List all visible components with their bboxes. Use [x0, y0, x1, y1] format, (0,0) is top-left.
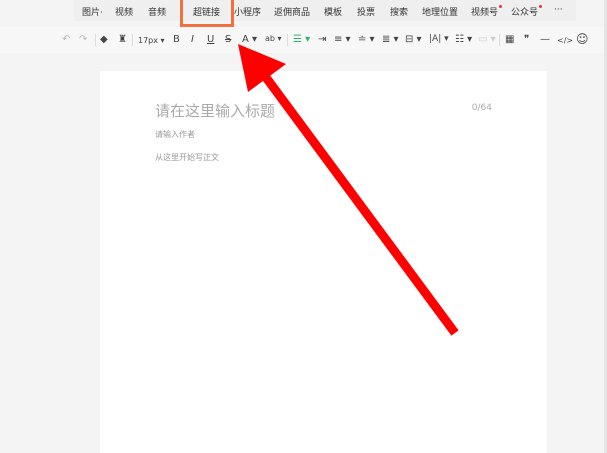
- arrow-shaft: [258, 69, 459, 336]
- red-arrow-annotation: [238, 44, 459, 336]
- arrow-head: [238, 44, 286, 92]
